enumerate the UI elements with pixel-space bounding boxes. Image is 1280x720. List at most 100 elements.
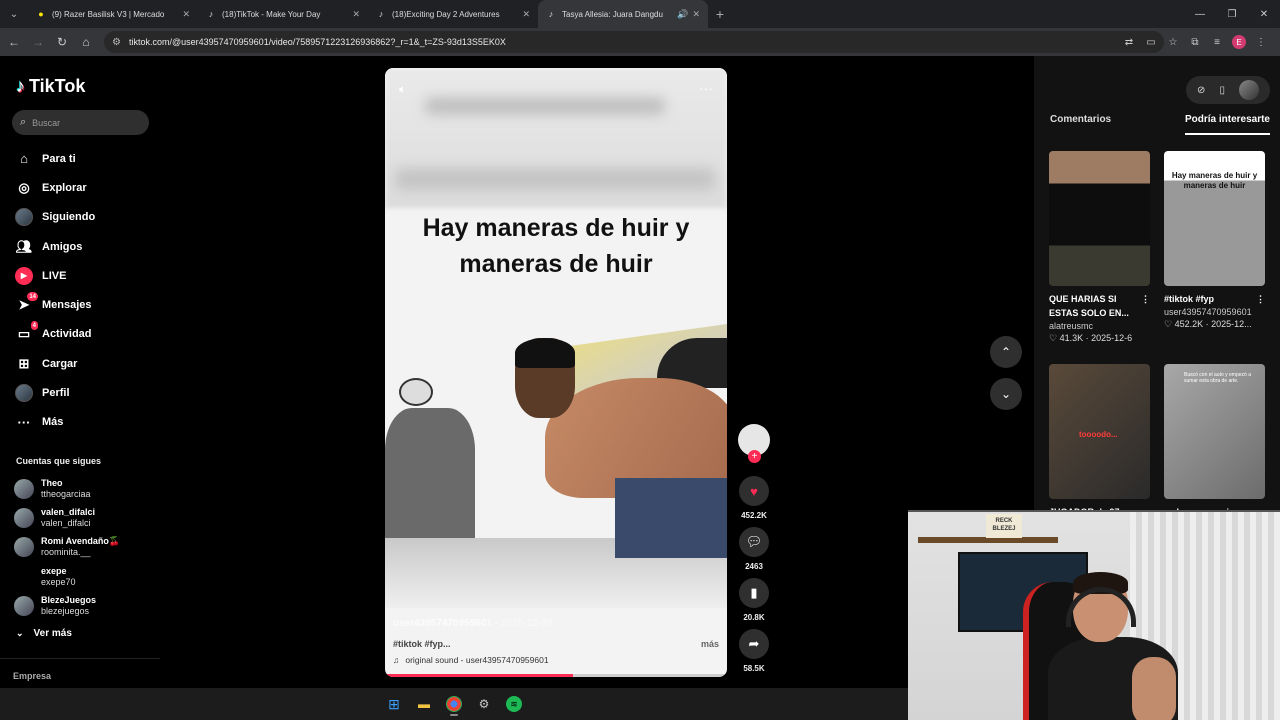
recommended-card[interactable]: Hay maneras de huir y maneras de huir #t… xyxy=(1164,151,1265,330)
creator-avatar[interactable]: + xyxy=(738,424,770,463)
browser-tab[interactable]: ♪ (18)TikTok - Make Your Day ✕ xyxy=(198,0,368,28)
card-date: 2025-12... xyxy=(1211,319,1252,329)
following-account[interactable]: Theo ttheogarciaa xyxy=(14,474,120,503)
nav-item-mensajes[interactable]: ➤ 14 Mensajes xyxy=(14,290,95,319)
video-progress-bar[interactable] xyxy=(385,674,727,677)
video-player[interactable]: Hay maneras de huir y maneras de huir 🔈︎… xyxy=(385,68,727,677)
see-more-button[interactable]: ⌄ Ver más xyxy=(16,628,72,639)
video-author[interactable]: user43957470959601 · 2025-12-30 xyxy=(393,618,719,629)
device-icon[interactable]: ▯ xyxy=(1219,85,1225,96)
share-icon[interactable]: ➦ xyxy=(739,629,769,659)
tiktok-logo[interactable]: ♪ TikTok xyxy=(16,76,85,97)
avatar xyxy=(14,478,34,499)
close-tab-icon[interactable]: ✕ xyxy=(522,9,530,20)
file-explorer-icon[interactable]: ▬ xyxy=(412,692,436,716)
following-account[interactable]: Romi Avendaño🍒 roominita.__ xyxy=(14,533,120,562)
more-options-icon[interactable]: ··· xyxy=(699,80,713,96)
previous-video-button[interactable]: ⌃ xyxy=(990,336,1022,368)
restore-icon[interactable]: ❐ xyxy=(1216,0,1248,28)
site-info-icon[interactable]: ⚙ xyxy=(112,37,121,48)
video-thumbnail[interactable]: toooodo... xyxy=(1049,364,1150,499)
steam-icon[interactable]: ⚙ xyxy=(472,692,496,716)
video-thumbnail[interactable] xyxy=(1049,151,1150,286)
compass-icon[interactable]: ⊘ xyxy=(1197,85,1205,96)
close-tab-icon[interactable]: ✕ xyxy=(182,9,190,20)
nav-item-actividad[interactable]: ▭ 4 Actividad xyxy=(14,320,95,349)
comment-icon[interactable]: 💬︎ xyxy=(739,527,769,557)
nav-item-explorar[interactable]: ◎ Explorar xyxy=(14,173,95,202)
spotify-icon[interactable]: ≋ xyxy=(502,692,526,716)
more-options-icon[interactable]: ⋮ xyxy=(1141,292,1150,320)
recommended-card[interactable]: Buscó con el auto y empezó a sumar esta … xyxy=(1164,364,1265,519)
browser-tab-active[interactable]: ♪ Tasya Allesia: Juara Dangdu 🔊 ✕ xyxy=(538,0,708,28)
extensions-icon[interactable]: ⧉ xyxy=(1184,31,1206,53)
windows-start-icon[interactable]: ⊞ xyxy=(382,692,406,716)
card-meta: ♡ 452.2K · 2025-12... xyxy=(1164,319,1252,329)
recommended-card[interactable]: toooodo... JUGADOR de 97... xyxy=(1049,364,1150,519)
nav-label: Siguiendo xyxy=(42,211,96,224)
tab-search-icon[interactable]: ⌄ xyxy=(0,0,28,28)
forward-icon[interactable]: → xyxy=(26,28,50,56)
tab-comentarios[interactable]: Comentarios xyxy=(1050,114,1111,135)
menu-icon[interactable]: ⋮ xyxy=(1250,31,1272,53)
translate-icon[interactable]: ⇄ xyxy=(1118,31,1140,53)
tiktok-icon: ♪ xyxy=(548,9,554,19)
video-frame xyxy=(385,318,727,608)
video-sound[interactable]: ♫ original sound - user43957470959601 xyxy=(393,655,719,665)
video-thumbnail[interactable]: Hay maneras de huir y maneras de huir xyxy=(1164,151,1265,286)
user-avatar[interactable] xyxy=(1238,80,1259,100)
following-account[interactable]: valen_difalci valen_difalci xyxy=(14,503,120,532)
bookmark-star-icon[interactable]: ☆ xyxy=(1162,31,1184,53)
nav-item-cargar[interactable]: ⊞ Cargar xyxy=(14,349,95,378)
browser-tab[interactable]: ● (9) Razer Basilisk V3 | Mercado ✕ xyxy=(28,0,198,28)
video-date: 2025-12-30 xyxy=(500,618,553,629)
recommended-card[interactable]: QUE HARIAS SI ESTAS SOLO EN... ⋮ alatreus… xyxy=(1049,151,1150,344)
nav-item-perfil[interactable]: Perfil xyxy=(14,378,95,407)
card-user[interactable]: alatreusmc xyxy=(1049,321,1150,331)
following-account[interactable]: BlezeJuegos blezejuegos xyxy=(14,591,120,620)
more-button[interactable]: más xyxy=(701,639,719,649)
company-link[interactable]: Empresa xyxy=(0,658,160,681)
share-action[interactable]: ➦ 58.5K xyxy=(739,629,769,673)
profile-avatar[interactable]: E xyxy=(1232,35,1246,49)
reload-icon[interactable]: ↻ xyxy=(50,28,74,56)
caption-tags[interactable]: #tiktok #fyp... xyxy=(393,639,451,649)
following-account[interactable]: exepe exepe70 xyxy=(14,562,120,591)
browser-tab[interactable]: ♪ (18)Exciting Day 2 Adventures ✕ xyxy=(368,0,538,28)
close-window-icon[interactable]: ✕ xyxy=(1248,0,1280,28)
home-icon[interactable]: ⌂ xyxy=(74,28,98,56)
video-thumbnail[interactable]: Buscó con el auto y empezó a sumar esta … xyxy=(1164,364,1265,499)
tab-podria-interesarte[interactable]: Podría interesarte xyxy=(1184,114,1270,135)
mute-icon[interactable]: 🔈︎ xyxy=(399,82,406,97)
avatar xyxy=(14,537,34,558)
cast-icon[interactable]: ▭ xyxy=(1140,31,1162,53)
card-user[interactable]: user43957470959601 xyxy=(1164,307,1265,317)
more-options-icon[interactable]: ⋮ xyxy=(1256,292,1265,306)
new-tab-button[interactable]: + xyxy=(708,0,732,28)
nav-item-live[interactable]: ▶ LIVE xyxy=(14,261,95,290)
url-field[interactable]: ⚙ tiktok.com/@user43957470959601/video/7… xyxy=(104,31,1164,53)
follow-plus-icon[interactable]: + xyxy=(748,450,761,463)
nav-item-siguiendo[interactable]: Siguiendo xyxy=(14,203,95,232)
media-icon[interactable]: ≡ xyxy=(1206,31,1228,53)
minimize-icon[interactable]: — xyxy=(1184,0,1216,28)
speaker-icon[interactable]: 🔊 xyxy=(677,9,688,20)
search-icon: ⌕ xyxy=(20,116,27,128)
search-input[interactable] xyxy=(32,117,133,128)
nav-item-mas[interactable]: ··· Más xyxy=(14,408,95,437)
chrome-icon[interactable] xyxy=(442,692,466,716)
thumbnail-text: Buscó con el auto y empezó a sumar esta … xyxy=(1184,372,1251,384)
close-tab-icon[interactable]: ✕ xyxy=(692,9,700,20)
nav-item-amigos[interactable]: 👥︎ Amigos xyxy=(14,232,95,261)
next-video-button[interactable]: ⌄ xyxy=(990,378,1022,410)
back-icon[interactable]: ← xyxy=(2,28,26,56)
search-box[interactable]: ⌕ xyxy=(12,110,149,135)
like-action[interactable]: ♥ 452.2K xyxy=(739,476,769,520)
bookmark-icon[interactable]: ▮ xyxy=(739,578,769,608)
nav-item-para-ti[interactable]: ⌂ Para ti xyxy=(14,144,95,173)
comment-action[interactable]: 💬︎ 2463 xyxy=(739,527,769,571)
save-action[interactable]: ▮ 20.8K xyxy=(739,578,769,622)
close-tab-icon[interactable]: ✕ xyxy=(352,9,360,20)
heart-icon[interactable]: ♥ xyxy=(739,476,769,506)
card-date: 2025-12-6 xyxy=(1091,333,1133,343)
